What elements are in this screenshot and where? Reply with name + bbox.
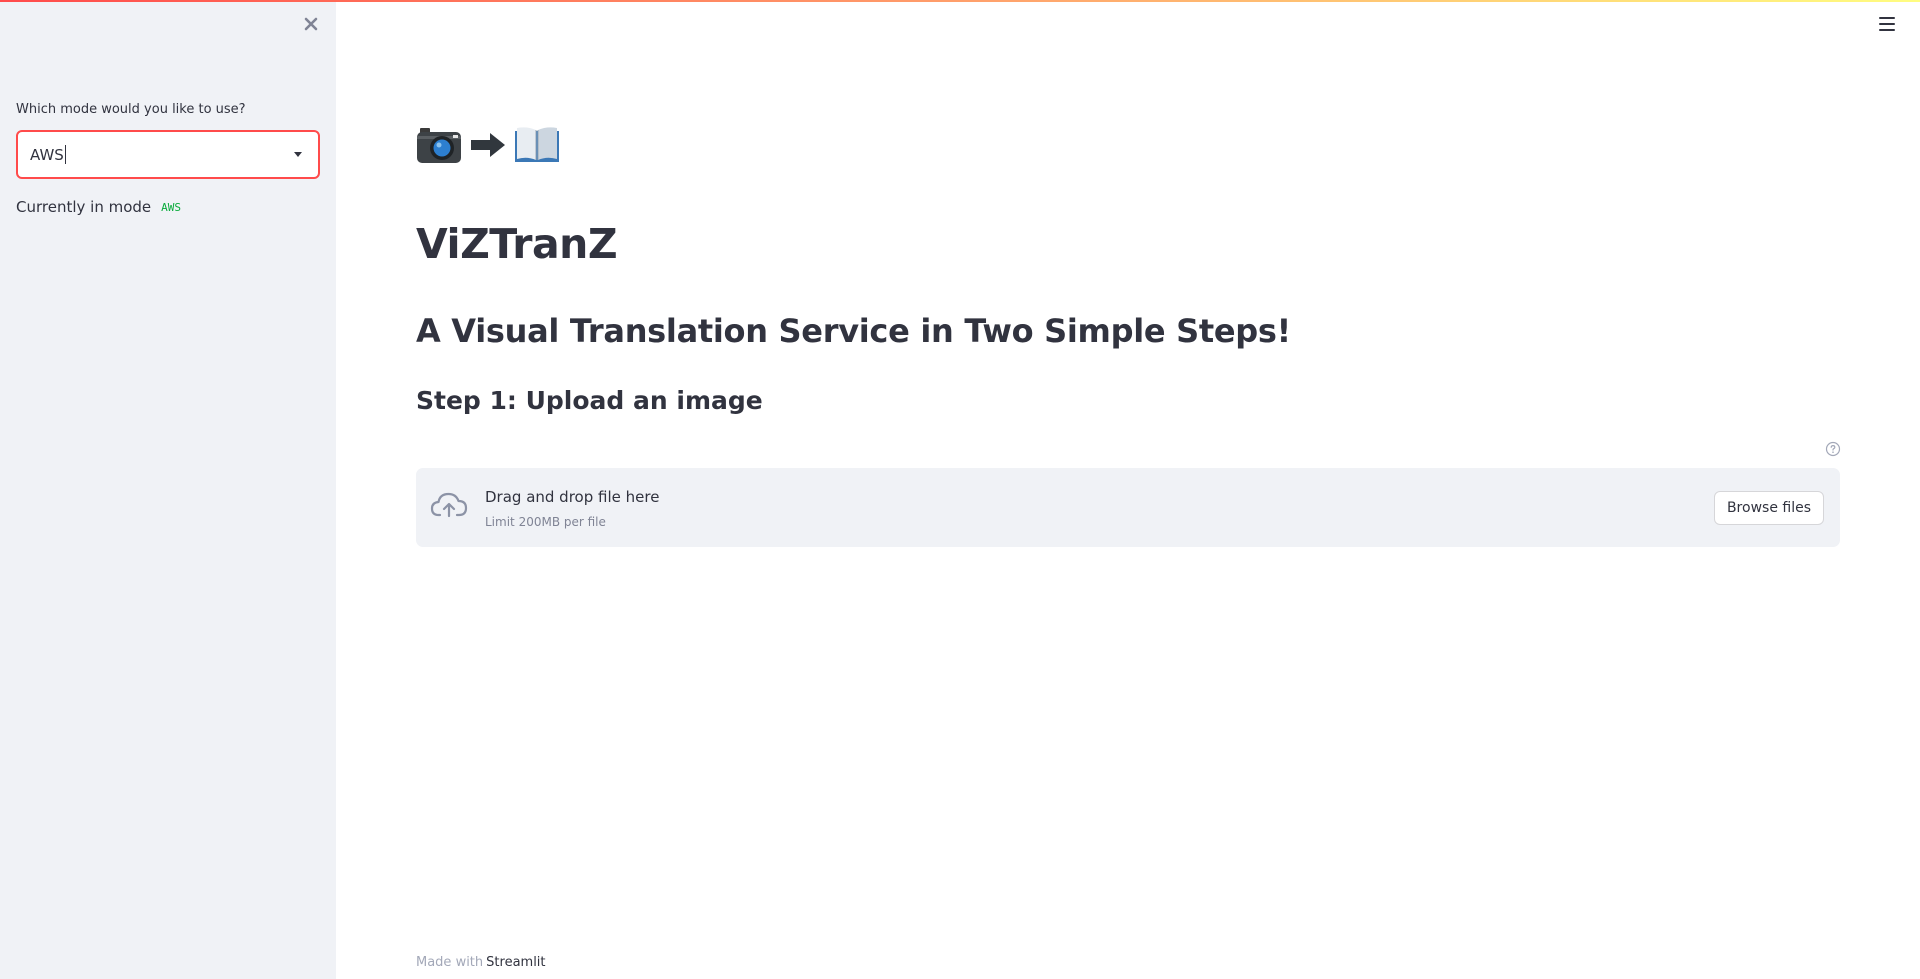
step1-heading: Step 1: Upload an image — [416, 386, 763, 415]
cloud-upload-icon — [430, 492, 468, 518]
current-mode-prefix: Currently in mode — [16, 198, 152, 216]
page-title: ViZTranZ — [416, 220, 618, 268]
hamburger-icon-line — [1879, 29, 1895, 31]
mode-select[interactable]: AWS — [16, 130, 320, 179]
header-emoji-row — [416, 124, 560, 166]
sidebar: Which mode would you like to use? AWS Cu… — [0, 0, 336, 979]
right-arrow-icon — [471, 133, 505, 157]
mode-select-value: AWS — [30, 145, 64, 164]
help-icon[interactable] — [1825, 441, 1841, 457]
current-mode-code: AWS — [157, 198, 186, 216]
camera-icon — [417, 128, 461, 163]
footer-prefix: Made with — [416, 955, 484, 970]
text-cursor — [64, 145, 66, 164]
streamlit-link[interactable]: Streamlit — [486, 955, 545, 970]
page-subtitle: A Visual Translation Service in Two Simp… — [416, 312, 1291, 350]
dropzone-limit-text: Limit 200MB per file — [485, 515, 606, 529]
footer: Made with Streamlit — [416, 955, 546, 970]
open-book-icon — [515, 127, 559, 162]
hamburger-icon-line — [1879, 23, 1895, 25]
hamburger-icon-line — [1879, 17, 1895, 19]
main-menu-button[interactable] — [1876, 14, 1898, 34]
close-sidebar-button[interactable] — [300, 13, 322, 35]
dropzone-instructions: Drag and drop file here — [485, 488, 660, 506]
browse-files-button[interactable]: Browse files — [1713, 491, 1824, 525]
top-decoration-bar — [0, 0, 1920, 2]
chevron-down-icon[interactable] — [294, 152, 302, 157]
current-mode-text: Currently in mode AWS — [16, 198, 186, 216]
file-uploader-dropzone[interactable]: Drag and drop file here Limit 200MB per … — [416, 468, 1840, 547]
close-icon — [304, 17, 318, 31]
mode-select-label: Which mode would you like to use? — [16, 102, 246, 117]
